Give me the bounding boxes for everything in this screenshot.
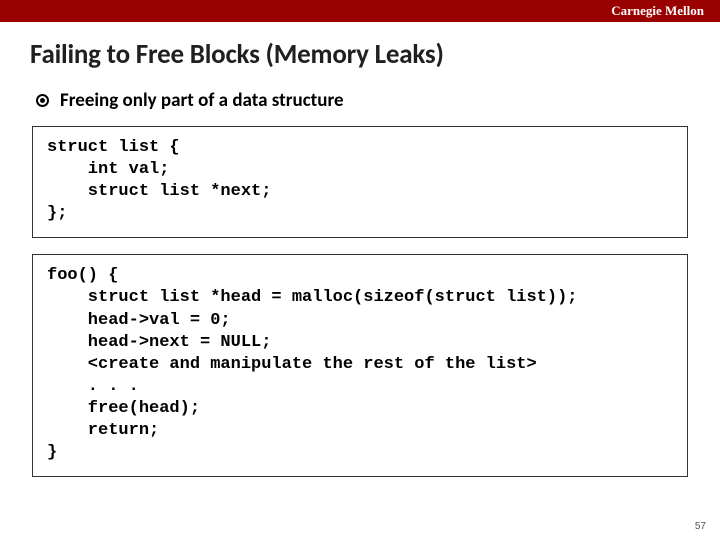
header-bar: Carnegie Mellon bbox=[0, 0, 720, 22]
slide-title: Failing to Free Blocks (Memory Leaks) bbox=[30, 38, 692, 71]
slide-content: Failing to Free Blocks (Memory Leaks) Fr… bbox=[0, 22, 720, 477]
bullet-text: Freeing only part of a data structure bbox=[60, 89, 344, 112]
code-box-foo: foo() { struct list *head = malloc(sizeo… bbox=[32, 254, 688, 477]
page-number: 57 bbox=[695, 521, 706, 532]
bullet-icon bbox=[36, 94, 49, 107]
bullet-item: Freeing only part of a data structure bbox=[36, 89, 692, 112]
school-name: Carnegie Mellon bbox=[611, 3, 704, 19]
code-struct: struct list { int val; struct list *next… bbox=[47, 137, 673, 225]
code-foo: foo() { struct list *head = malloc(sizeo… bbox=[47, 265, 673, 464]
code-box-struct: struct list { int val; struct list *next… bbox=[32, 126, 688, 238]
